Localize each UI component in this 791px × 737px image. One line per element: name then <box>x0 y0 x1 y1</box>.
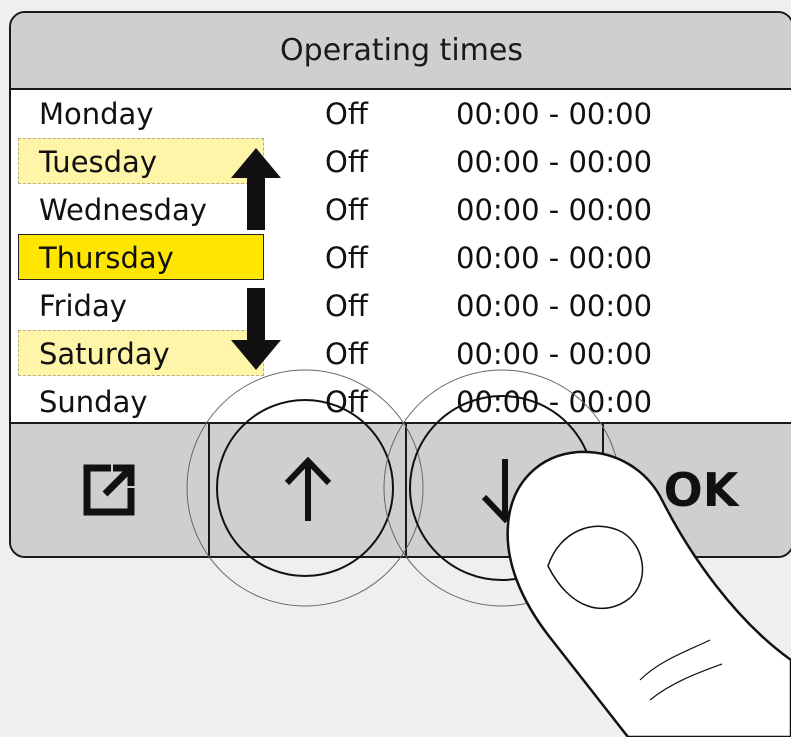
state-value: Off <box>325 385 368 419</box>
state-value: Off <box>325 97 368 131</box>
operating-times-panel: Operating times Monday Off 00:00 - 00:00… <box>9 11 791 558</box>
down-button[interactable] <box>405 424 603 556</box>
external-link-icon <box>83 464 135 516</box>
state-value: Off <box>325 193 368 227</box>
button-bar: OK <box>11 422 791 556</box>
list-item-thursday[interactable]: Thursday Off 00:00 - 00:00 <box>11 234 791 282</box>
time-range: 00:00 - 00:00 <box>456 337 653 371</box>
day-label: Thursday <box>39 241 174 275</box>
up-button[interactable] <box>208 424 406 556</box>
day-list: Monday Off 00:00 - 00:00 Tuesday Off 00:… <box>11 90 791 428</box>
time-range: 00:00 - 00:00 <box>456 145 653 179</box>
page-title: Operating times <box>11 13 791 90</box>
day-label: Wednesday <box>39 193 207 227</box>
time-range: 00:00 - 00:00 <box>456 241 653 275</box>
scroll-down-arrow-icon <box>231 288 281 370</box>
list-item-friday[interactable]: Friday Off 00:00 - 00:00 <box>11 282 791 330</box>
time-range: 00:00 - 00:00 <box>456 385 653 419</box>
day-label: Tuesday <box>39 145 157 179</box>
day-label: Sunday <box>39 385 148 419</box>
list-item-sunday[interactable]: Sunday Off 00:00 - 00:00 <box>11 378 791 426</box>
list-item-tuesday[interactable]: Tuesday Off 00:00 - 00:00 <box>11 138 791 186</box>
day-label: Monday <box>39 97 154 131</box>
time-range: 00:00 - 00:00 <box>456 193 653 227</box>
state-value: Off <box>325 337 368 371</box>
export-button[interactable] <box>11 424 207 556</box>
day-label: Saturday <box>39 337 170 371</box>
list-item-wednesday[interactable]: Wednesday Off 00:00 - 00:00 <box>11 186 791 234</box>
scroll-up-arrow-icon <box>231 148 281 230</box>
ok-button[interactable]: OK <box>602 424 791 556</box>
arrow-up-icon <box>284 457 332 521</box>
list-item-monday[interactable]: Monday Off 00:00 - 00:00 <box>11 90 791 138</box>
arrow-down-icon <box>481 459 529 523</box>
time-range: 00:00 - 00:00 <box>456 97 653 131</box>
state-value: Off <box>325 241 368 275</box>
time-range: 00:00 - 00:00 <box>456 289 653 323</box>
day-label: Friday <box>39 289 127 323</box>
state-value: Off <box>325 145 368 179</box>
list-item-saturday[interactable]: Saturday Off 00:00 - 00:00 <box>11 330 791 378</box>
state-value: Off <box>325 289 368 323</box>
